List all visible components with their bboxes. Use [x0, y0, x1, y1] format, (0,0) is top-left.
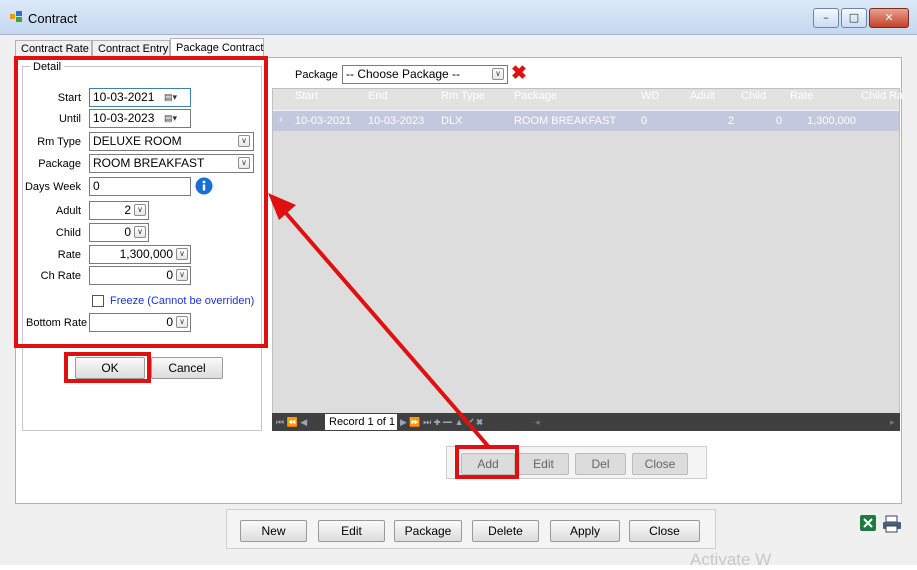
column-header-start[interactable]: Start — [295, 90, 318, 102]
until-date-value: 10-03-2023 — [93, 111, 155, 125]
chevron-down-icon[interactable]: ∨ — [176, 269, 188, 281]
record-counter: Record 1 of 1 — [325, 414, 397, 430]
chrate-value: 0 — [166, 268, 173, 282]
bottomrate-label: Bottom Rate — [26, 317, 88, 329]
package-value: ROOM BREAKFAST — [93, 156, 205, 170]
column-header-end[interactable]: End — [368, 90, 388, 102]
add-button[interactable]: Add — [461, 453, 515, 475]
rmtype-select[interactable]: DELUXE ROOM — [89, 132, 254, 151]
chevron-down-icon[interactable]: ∨ — [238, 135, 250, 147]
chrate-label: Ch Rate — [40, 270, 81, 282]
close-window-button[interactable]: ✕ — [869, 8, 909, 28]
tab-contract-entry[interactable]: Contract Entry — [92, 40, 170, 57]
rate-label: Rate — [57, 249, 81, 261]
rmtype-value: DELUXE ROOM — [93, 134, 182, 148]
daysweek-input[interactable]: 0 — [89, 177, 191, 196]
title-bar: Contract – □ ✕ — [0, 0, 917, 35]
daysweek-value: 0 — [93, 179, 100, 193]
package-filter-label: Package — [295, 69, 338, 81]
window-title: Contract — [28, 11, 78, 26]
close-button[interactable]: Close — [629, 520, 700, 542]
column-header-wd[interactable]: WD — [641, 90, 659, 102]
new-button[interactable]: New — [240, 520, 307, 542]
app-icon — [10, 11, 22, 22]
child-label: Child — [55, 227, 81, 239]
column-header-childrate[interactable]: Child Ra — [861, 90, 903, 102]
cell-rate[interactable]: 1,300,000 — [786, 115, 856, 127]
freeze-label: Freeze (Cannot be overriden) — [110, 295, 255, 307]
bottomrate-value: 0 — [166, 315, 173, 329]
package-select[interactable]: ROOM BREAKFAST — [89, 154, 254, 173]
edit-button[interactable]: Edit — [318, 520, 385, 542]
chevron-down-icon[interactable]: ∨ — [134, 226, 146, 238]
minimize-button[interactable]: – — [813, 8, 839, 28]
package-filter-select[interactable]: -- Choose Package -- — [342, 65, 508, 84]
delete-button[interactable]: Delete — [472, 520, 539, 542]
child-value: 0 — [124, 225, 131, 239]
ok-button[interactable]: OK — [75, 357, 145, 379]
start-date-value: 10-03-2021 — [93, 90, 155, 104]
chevron-down-icon[interactable]: ∨ — [238, 157, 250, 169]
adult-label: Adult — [55, 205, 81, 217]
scroll-left-icon[interactable]: ◂ — [535, 414, 540, 430]
cell-wd[interactable]: 0 — [641, 115, 647, 127]
package-label: Package — [38, 158, 81, 170]
freeze-checkbox[interactable] — [92, 295, 104, 307]
nav-next-icon[interactable]: ▶ ⏩ ⏭ ✚ ━ ▲ ✔ ✖ — [400, 414, 483, 430]
maximize-button[interactable]: □ — [841, 8, 867, 28]
chevron-down-icon[interactable]: ∨ — [492, 68, 504, 80]
edit-detail-button[interactable]: Edit — [518, 453, 569, 475]
clear-filter-icon[interactable]: ✖ — [511, 62, 527, 85]
column-header-rmtype[interactable]: Rm Type — [441, 90, 485, 102]
detail-legend: Detail — [30, 61, 65, 73]
info-icon[interactable] — [195, 177, 213, 195]
daysweek-label: Days Week — [24, 181, 81, 193]
adult-value: 2 — [124, 203, 131, 217]
record-text: Record 1 of 1 — [329, 416, 396, 428]
scroll-right-icon[interactable]: ▸ — [890, 414, 895, 430]
contract-grid — [272, 88, 900, 431]
cell-adult[interactable]: 2 — [686, 115, 734, 127]
cell-child[interactable]: 0 — [737, 115, 782, 127]
start-label: Start — [57, 92, 81, 104]
calendar-icon[interactable]: ▤▾ — [164, 92, 177, 103]
package-filter-value: -- Choose Package -- — [346, 67, 461, 81]
tab-contract-rate[interactable]: Contract Rate — [15, 40, 92, 57]
cell-end[interactable]: 10-03-2023 — [368, 115, 424, 127]
rmtype-label: Rm Type — [37, 136, 81, 148]
column-header-package[interactable]: Package — [514, 90, 557, 102]
cell-rmtype[interactable]: DLX — [441, 115, 462, 127]
column-header-adult[interactable]: Adult — [690, 90, 715, 102]
package-button[interactable]: Package — [394, 520, 462, 542]
activate-windows-watermark: Activate W — [690, 550, 772, 569]
column-header-rate[interactable]: Rate — [790, 90, 813, 102]
column-header-child[interactable]: Child — [741, 90, 766, 102]
until-label: Until — [58, 113, 81, 125]
cancel-button[interactable]: Cancel — [151, 357, 223, 379]
rate-value: 1,300,000 — [119, 247, 173, 261]
chevron-down-icon[interactable]: ∨ — [134, 204, 146, 216]
chevron-down-icon[interactable]: ∨ — [176, 316, 188, 328]
cell-package[interactable]: ROOM BREAKFAST — [514, 115, 616, 127]
print-icon[interactable] — [882, 515, 904, 533]
tab-package-contract[interactable]: Package Contract — [170, 38, 264, 58]
calendar-icon[interactable]: ▤▾ — [164, 113, 177, 124]
close-detail-button[interactable]: Close — [632, 453, 688, 475]
row-indicator-icon: › — [279, 114, 283, 125]
excel-export-icon[interactable] — [859, 514, 877, 532]
cell-start[interactable]: 10-03-2021 — [295, 115, 351, 127]
nav-first-icon[interactable]: ⏮ ⏪ ◀ — [276, 414, 307, 430]
delete-detail-button[interactable]: Del — [575, 453, 626, 475]
apply-button[interactable]: Apply — [550, 520, 620, 542]
chevron-down-icon[interactable]: ∨ — [176, 248, 188, 260]
